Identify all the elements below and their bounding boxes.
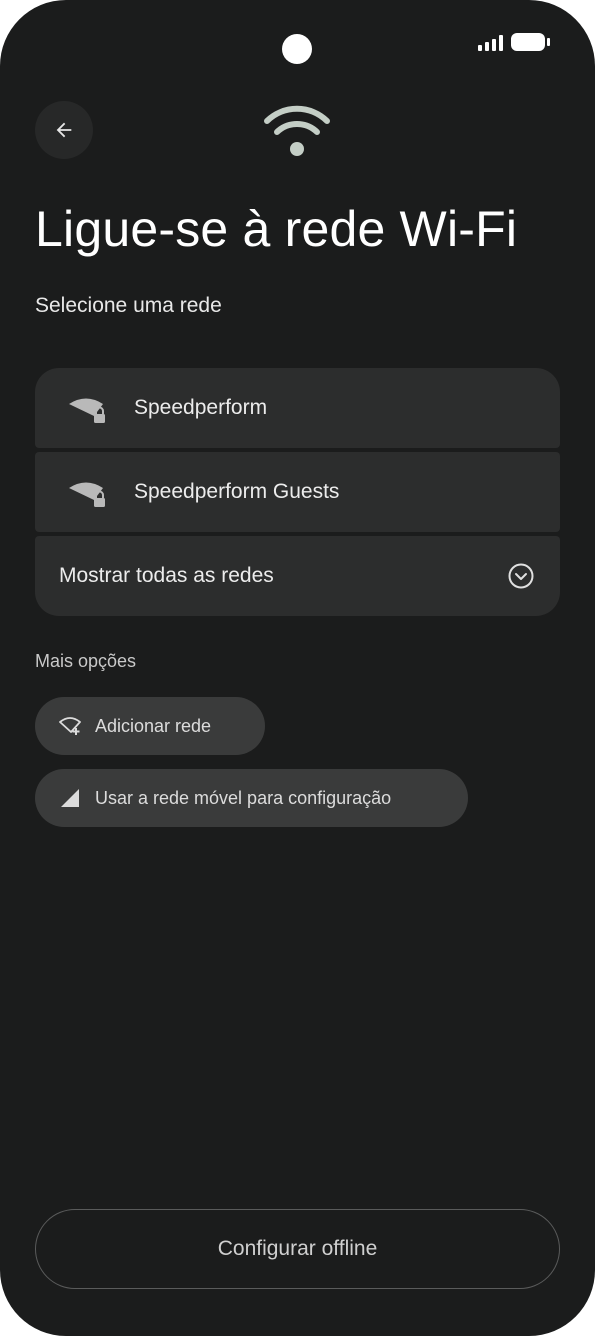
battery-icon	[511, 33, 550, 51]
add-network-button[interactable]: Adicionar rede	[35, 697, 265, 755]
phone-screen: Ligue-se à rede Wi-Fi Selecione uma rede…	[0, 0, 595, 1336]
network-name: Speedperform Guests	[134, 480, 340, 503]
setup-offline-button[interactable]: Configurar offline	[35, 1209, 560, 1289]
wifi-lock-icon	[69, 398, 105, 423]
show-all-networks-button[interactable]: Mostrar todas as redes	[35, 536, 560, 616]
back-button[interactable]	[35, 101, 93, 159]
cellular-signal-icon	[61, 789, 79, 807]
page-subtitle: Selecione uma rede	[35, 294, 222, 317]
status-bar	[478, 33, 550, 51]
wifi-lock-icon	[69, 482, 105, 507]
chevron-down-circle-icon	[508, 563, 534, 589]
use-mobile-network-button[interactable]: Usar a rede móvel para configuração	[35, 769, 468, 827]
signal-icon	[478, 35, 503, 51]
add-network-label: Adicionar rede	[95, 715, 212, 736]
show-all-label: Mostrar todas as redes	[59, 564, 274, 587]
network-item[interactable]: Speedperform	[35, 368, 560, 448]
network-name: Speedperform	[134, 396, 268, 419]
use-mobile-network-label: Usar a rede móvel para configuração	[95, 787, 392, 808]
network-list: Speedperform Speedperform Guests Mostrar…	[35, 368, 560, 620]
wifi-add-icon	[59, 717, 81, 735]
camera-cutout	[282, 34, 312, 64]
network-item[interactable]: Speedperform Guests	[35, 452, 560, 532]
arrow-left-icon	[56, 122, 72, 138]
page-title: Ligue-se à rede Wi-Fi	[35, 201, 518, 257]
more-options-heading: Mais opções	[35, 651, 137, 671]
wifi-icon	[264, 105, 330, 156]
